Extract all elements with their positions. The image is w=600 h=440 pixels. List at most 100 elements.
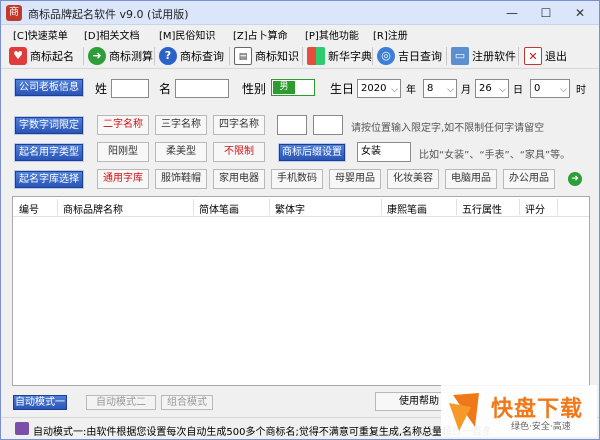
- library-apparel[interactable]: 服饰鞋帽: [155, 169, 207, 189]
- birth-hour-select[interactable]: 0 ⌵: [530, 79, 570, 98]
- toolbar: ♥ 商标起名 ➜ 商标测算 ? 商标查询 ▤ 商标知识 新华字典 ◎ 吉日查询: [1, 43, 599, 69]
- tool-exit-button[interactable]: ✕ 退出: [524, 45, 567, 67]
- next-arrow-icon[interactable]: ➜: [568, 172, 582, 186]
- char-limit-hint: 请按位置输入限定字,如不限制任何字请留空: [351, 123, 545, 134]
- maximize-button[interactable]: ☐: [529, 3, 563, 23]
- unlimited-option[interactable]: 不限制: [213, 142, 265, 162]
- leaf-logo-icon: [449, 393, 479, 431]
- fixed-char-input-2[interactable]: [313, 115, 343, 135]
- chevron-down-icon: ⌵: [560, 85, 567, 95]
- tool-brand-knowledge-button[interactable]: ▤ 商标知识: [234, 45, 299, 67]
- question-icon: ?: [159, 47, 177, 65]
- col-brand-name[interactable]: 商标品牌名称: [63, 201, 123, 216]
- table-header: 编号 商标品牌名称 简体笔画 繁体字 康熙笔画 五行属性 评分: [13, 197, 589, 217]
- surname-input[interactable]: [111, 79, 149, 98]
- toolbar-divider: [518, 47, 519, 65]
- chevron-down-icon: ⌵: [391, 85, 398, 95]
- gender-toggle[interactable]: 男: [271, 79, 315, 96]
- close-window-button[interactable]: ✕: [563, 3, 597, 23]
- birth-day-value: 26: [479, 83, 492, 94]
- library-office[interactable]: 办公用品: [503, 169, 555, 189]
- owner-info-button[interactable]: 公司老板信息: [15, 79, 83, 96]
- two-char-option[interactable]: 二字名称: [97, 115, 149, 135]
- birth-year-select[interactable]: 2020 ⌵: [357, 79, 401, 98]
- birth-month-value: 8: [427, 83, 434, 94]
- title-bar: 商 商标品牌起名软件 v9.0 (试用版) — ☐ ✕: [1, 1, 599, 25]
- fixed-char-input-1[interactable]: [277, 115, 307, 135]
- gender-value: 男: [273, 81, 295, 94]
- menu-divination[interactable]: [Z]占卜算命: [233, 27, 288, 42]
- surname-label: 姓: [95, 82, 108, 96]
- arrow-right-icon: ➜: [88, 47, 106, 65]
- combo-mode-button[interactable]: 组合模式: [161, 395, 213, 410]
- column-divider: [557, 199, 558, 215]
- tool-label: 吉日查询: [398, 50, 442, 63]
- app-window: 商 商标品牌起名软件 v9.0 (试用版) — ☐ ✕ [C]快速菜单 [D]相…: [0, 0, 600, 440]
- tool-brand-query-button[interactable]: ? 商标查询: [159, 45, 224, 67]
- auto-mode-1-button[interactable]: 自动模式一: [13, 395, 67, 410]
- menu-other[interactable]: [P]其他功能: [305, 27, 359, 42]
- tool-label: 商标查询: [180, 50, 224, 63]
- masculine-option[interactable]: 阳刚型: [97, 142, 149, 162]
- name-type-button[interactable]: 起名用字类型: [15, 144, 83, 161]
- results-table: 编号 商标品牌名称 简体笔画 繁体字 康熙笔画 五行属性 评分: [12, 196, 590, 386]
- menu-quick[interactable]: [C]快速菜单: [13, 27, 68, 42]
- birth-day-select[interactable]: 26 ⌵: [475, 79, 509, 98]
- library-digital[interactable]: 手机数码: [271, 169, 323, 189]
- window-title: 商标品牌起名软件 v9.0 (试用版): [28, 8, 189, 21]
- col-kangxi-strokes[interactable]: 康熙笔画: [387, 201, 427, 216]
- given-name-label: 名: [159, 82, 172, 96]
- column-divider: [269, 199, 270, 215]
- globe-icon: ◎: [377, 47, 395, 65]
- book-icon: [15, 422, 29, 435]
- birth-month-select[interactable]: 8 ⌵: [423, 79, 457, 98]
- gender-label: 性别: [242, 82, 267, 96]
- day-unit: 日: [513, 85, 523, 96]
- tool-brand-test-button[interactable]: ➜ 商标测算: [88, 45, 153, 67]
- suffix-settings-button[interactable]: 商标后缀设置: [279, 144, 345, 161]
- tool-label: 商标知识: [255, 50, 299, 63]
- suffix-input[interactable]: 女装: [357, 142, 411, 162]
- tool-label: 退出: [545, 50, 567, 63]
- library-general[interactable]: 通用字库: [97, 169, 149, 189]
- tool-lucky-day-button[interactable]: ◎ 吉日查询: [377, 45, 442, 67]
- suffix-hint: 比如“女装”、“手表”、“家具”等。: [419, 150, 571, 161]
- month-unit: 月: [461, 85, 471, 96]
- tool-dictionary-button[interactable]: 新华字典: [307, 45, 372, 67]
- four-char-option[interactable]: 四字名称: [213, 115, 265, 135]
- menu-folk[interactable]: [M]民俗知识: [159, 27, 215, 42]
- char-library-button[interactable]: 起名字库选择: [15, 171, 83, 188]
- library-appliances[interactable]: 家用电器: [213, 169, 265, 189]
- auto-mode-2-button[interactable]: 自动模式二: [86, 395, 156, 410]
- col-score[interactable]: 评分: [525, 201, 545, 216]
- menu-register[interactable]: [R]注册: [373, 27, 408, 42]
- char-limit-button[interactable]: 字数字词限定: [15, 117, 83, 134]
- three-char-option[interactable]: 三字名称: [155, 115, 207, 135]
- birth-hour-value: 0: [534, 83, 541, 94]
- toolbar-divider: [229, 47, 230, 65]
- hour-unit: 时: [576, 85, 586, 96]
- tool-label: 商标起名: [30, 50, 74, 63]
- feminine-option[interactable]: 柔美型: [155, 142, 207, 162]
- minimize-button[interactable]: —: [495, 3, 529, 23]
- tool-register-button[interactable]: ▭ 注册软件: [451, 45, 516, 67]
- menu-docs[interactable]: [D]相关文档: [84, 27, 140, 42]
- toolbar-divider: [83, 47, 84, 65]
- watermark: 快盘下载 绿色·安全·高速: [441, 385, 597, 437]
- toolbar-divider: [154, 47, 155, 65]
- toolbar-divider: [372, 47, 373, 65]
- column-divider: [57, 199, 58, 215]
- library-baby[interactable]: 母婴用品: [329, 169, 381, 189]
- library-computer[interactable]: 电脑用品: [445, 169, 497, 189]
- col-traditional[interactable]: 繁体字: [275, 201, 305, 216]
- col-number[interactable]: 编号: [19, 201, 39, 216]
- tool-brand-naming-button[interactable]: ♥ 商标起名: [9, 45, 74, 67]
- tool-label: 新华字典: [328, 50, 372, 63]
- given-name-input[interactable]: [175, 79, 229, 98]
- col-simplified-strokes[interactable]: 简体笔画: [199, 201, 239, 216]
- tool-label: 商标测算: [109, 50, 153, 63]
- col-five-elements[interactable]: 五行属性: [462, 201, 502, 216]
- library-cosmetics[interactable]: 化妆美容: [387, 169, 439, 189]
- status-text: 自动模式一:由软件根据您设置每次自动生成500多个商标名;觉得不满意可重复生成,…: [33, 427, 489, 438]
- toolbar-divider: [446, 47, 447, 65]
